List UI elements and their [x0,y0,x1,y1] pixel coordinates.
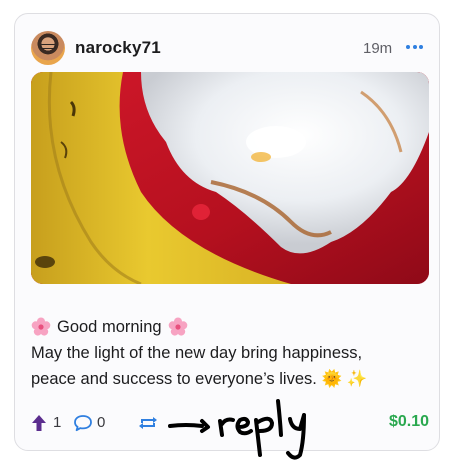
post-card[interactable]: narocky71 19m Good morning May the light… [14,13,440,451]
post-timestamp: 19m [363,40,393,57]
post-line-3: peace and success to everyone’s lives. 🌞… [31,370,368,388]
post-image[interactable] [31,72,429,284]
repost-arrows-icon[interactable] [137,414,159,432]
cherry-blossom-icon [31,317,51,336]
comment-count: 0 [97,414,106,431]
author-username[interactable]: narocky71 [75,38,161,58]
comment-bubble-icon[interactable] [73,414,93,432]
cherry-blossom-icon [168,317,187,336]
payout-value[interactable]: $0.10 [389,413,429,431]
upvote-count: 1 [53,414,62,431]
action-bar: 1 0 $0.10 [31,412,429,434]
post-body: Good morning May the light of the new da… [31,314,423,392]
post-line-1: Good morning [31,314,423,340]
upvote-arrow-icon[interactable] [31,414,47,432]
greeting-text: Good morning [57,318,162,336]
food-photo [31,72,429,284]
post-line-2: May the light of the new day bring happi… [31,344,363,362]
avatar-glasses [40,44,56,49]
avatar[interactable] [31,31,65,65]
more-options-icon[interactable] [406,45,423,50]
